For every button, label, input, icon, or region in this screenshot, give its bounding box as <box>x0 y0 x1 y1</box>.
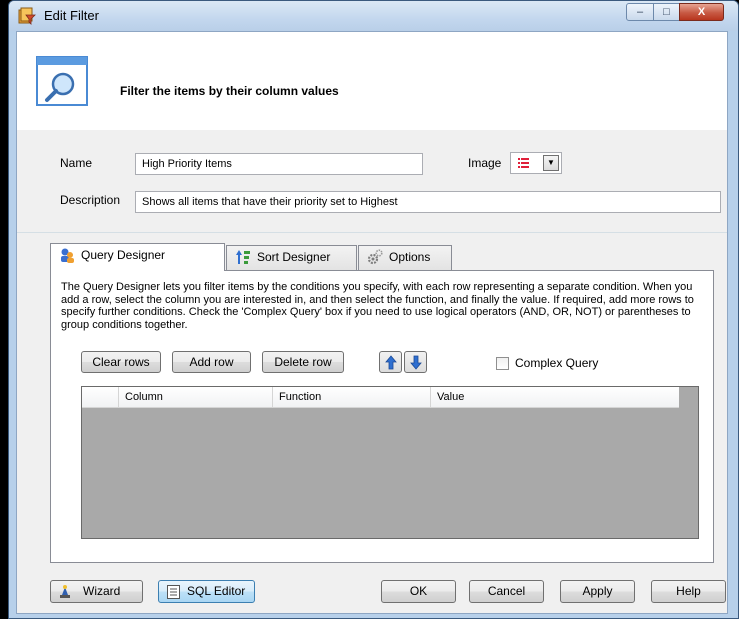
query-designer-panel: The Query Designer lets you filter items… <box>50 270 714 563</box>
dialog-client-area: Filter the items by their column values … <box>16 31 728 614</box>
query-designer-description: The Query Designer lets you filter items… <box>61 281 694 331</box>
tab-query-designer[interactable]: Query Designer <box>50 243 225 271</box>
column-header-value[interactable]: Value <box>431 387 679 408</box>
arrow-up-icon <box>385 355 397 370</box>
wizard-button[interactable]: Wizard <box>50 580 143 603</box>
priority-list-icon <box>518 158 529 168</box>
tab-sort-designer-label: Sort Designer <box>257 250 331 264</box>
add-row-button[interactable]: Add row <box>172 351 251 373</box>
ok-button[interactable]: OK <box>381 580 456 603</box>
move-down-button[interactable] <box>404 351 427 373</box>
grid-row-header-cell <box>82 387 119 408</box>
sql-editor-label: SQL Editor <box>187 584 246 598</box>
move-up-button[interactable] <box>379 351 402 373</box>
complex-query-label: Complex Query <box>515 356 599 370</box>
query-designer-icon <box>61 248 74 263</box>
document-icon <box>167 585 180 599</box>
description-label: Description <box>60 193 121 207</box>
tab-options-label: Options <box>389 250 431 264</box>
complex-query-checkbox[interactable] <box>496 357 509 370</box>
conditions-grid[interactable]: Column Function Value <box>81 386 699 539</box>
title-bar[interactable]: Edit Filter ‒ □ X <box>9 1 738 31</box>
wizard-icon <box>60 585 70 598</box>
name-input[interactable]: High Priority Items <box>135 153 423 175</box>
tab-query-designer-label: Query Designer <box>81 248 166 262</box>
clear-rows-button[interactable]: Clear rows <box>81 351 161 373</box>
sort-designer-icon <box>236 250 250 264</box>
name-label: Name <box>60 156 93 170</box>
gear-icon <box>367 249 383 265</box>
window-title: Edit Filter <box>44 8 99 23</box>
image-label: Image <box>468 156 502 170</box>
magnifier-window-icon <box>36 56 88 106</box>
cancel-button[interactable]: Cancel <box>469 580 544 603</box>
wizard-label: Wizard <box>83 584 121 598</box>
delete-row-button[interactable]: Delete row <box>262 351 344 373</box>
image-select[interactable]: ▼ <box>510 152 562 174</box>
grid-header: Column Function Value <box>82 387 679 408</box>
edit-filter-window: Edit Filter ‒ □ X Filter the items by th… <box>8 0 739 619</box>
tab-options[interactable]: Options <box>358 245 452 270</box>
header-text: Filter the items by their column values <box>120 84 339 98</box>
description-input[interactable]: Shows all items that have their priority… <box>135 191 721 213</box>
close-button[interactable]: X <box>679 3 724 21</box>
sql-editor-button[interactable]: SQL Editor <box>158 580 255 603</box>
help-button[interactable]: Help <box>651 580 726 603</box>
arrow-down-icon <box>410 355 422 370</box>
column-header-column[interactable]: Column <box>119 387 273 408</box>
maximize-button[interactable]: □ <box>653 3 680 21</box>
header-band: Filter the items by their column values <box>17 32 727 130</box>
apply-button[interactable]: Apply <box>560 580 635 603</box>
minimize-button[interactable]: ‒ <box>626 3 654 21</box>
grid-corner <box>679 387 698 408</box>
column-header-function[interactable]: Function <box>273 387 431 408</box>
filter-app-icon <box>18 7 36 25</box>
tab-sort-designer[interactable]: Sort Designer <box>226 245 357 270</box>
divider <box>17 232 727 233</box>
chevron-down-icon[interactable]: ▼ <box>543 155 559 171</box>
